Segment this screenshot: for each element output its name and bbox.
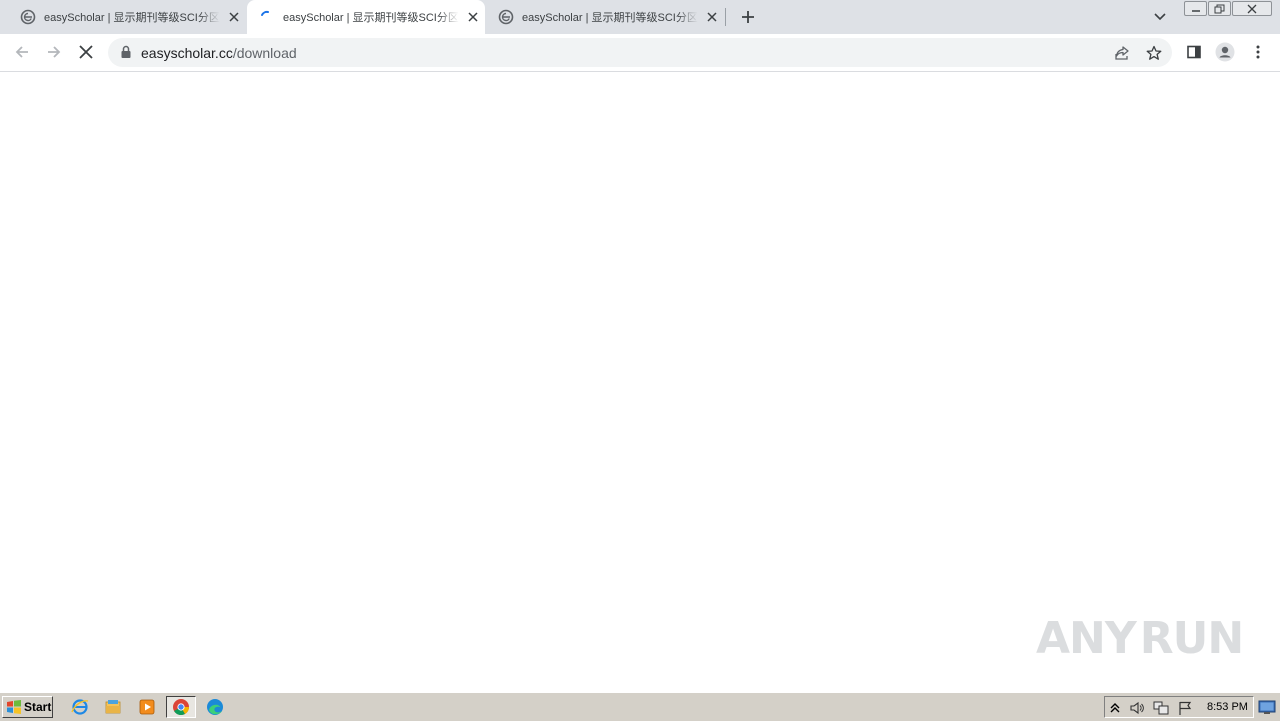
minimize-button[interactable] <box>1184 1 1207 16</box>
lock-icon[interactable] <box>120 45 132 59</box>
windows-explorer-button[interactable] <box>102 697 124 717</box>
new-tab-button[interactable] <box>738 7 758 27</box>
loading-spinner <box>261 10 269 16</box>
windows-explorer-icon <box>105 700 121 714</box>
close-tab-icon[interactable] <box>226 9 242 25</box>
media-player-icon <box>139 699 155 715</box>
show-desktop-icon[interactable] <box>1258 698 1276 716</box>
restore-icon <box>1214 4 1225 13</box>
restore-button[interactable] <box>1208 1 1231 16</box>
tab-strip: easyScholar | 显示期刊等级SCI分区 easyScholar | … <box>0 0 1280 34</box>
plus-icon <box>742 11 754 23</box>
action-center-button[interactable] <box>1177 700 1193 716</box>
browser-toolbar: easyscholar.cc/download <box>0 34 1280 72</box>
stop-loading-icon <box>79 45 93 59</box>
minimize-icon <box>1191 9 1200 12</box>
internet-explorer-button[interactable] <box>69 697 91 717</box>
bookmark-button[interactable] <box>1145 44 1163 62</box>
back-button[interactable] <box>12 42 32 62</box>
anyrun-watermark: ANY RUN <box>1036 606 1244 670</box>
flag-icon <box>1179 701 1192 715</box>
forward-arrow-icon <box>48 46 61 58</box>
chevron-down-icon <box>1154 13 1166 21</box>
tab-title: easyScholar | 显示期刊等级SCI分区 <box>283 12 459 24</box>
internet-explorer-icon <box>71 699 89 715</box>
side-panel-icon <box>1187 45 1201 59</box>
star-icon <box>1146 45 1162 60</box>
show-hidden-icons-button[interactable] <box>1107 700 1123 716</box>
page-content <box>0 72 1280 692</box>
chrome-icon <box>173 699 190 716</box>
windows-logo-icon <box>7 700 21 714</box>
close-tab-icon[interactable] <box>704 9 720 25</box>
network-button[interactable] <box>1153 700 1169 716</box>
edge-button[interactable] <box>204 697 226 717</box>
stop-loading-button[interactable] <box>76 42 96 62</box>
watermark-left-text: ANY <box>1036 612 1137 664</box>
back-arrow-icon <box>15 46 28 58</box>
network-icon <box>1153 701 1169 715</box>
speaker-icon <box>1130 701 1144 715</box>
share-button[interactable] <box>1113 44 1131 62</box>
tab-title: easyScholar | 显示期刊等级SCI分区 <box>522 12 698 24</box>
edge-icon <box>207 699 223 715</box>
side-panel-button[interactable] <box>1184 42 1204 62</box>
forward-button[interactable] <box>44 42 64 62</box>
tab-2[interactable]: easyScholar | 显示期刊等级SCI分区 <box>247 0 485 34</box>
kebab-menu-icon <box>1256 45 1260 59</box>
url-path: /download <box>232 45 297 61</box>
start-label: Start <box>24 700 52 714</box>
chrome-menu-button[interactable] <box>1248 42 1268 62</box>
profile-icon <box>1215 42 1235 62</box>
close-window-button[interactable] <box>1232 1 1272 16</box>
tab-3[interactable]: easyScholar | 显示期刊等级SCI分区 <box>486 0 724 34</box>
media-player-button[interactable] <box>136 697 158 717</box>
share-icon <box>1115 46 1129 60</box>
profile-button[interactable] <box>1215 42 1235 62</box>
windows-taskbar: Start 8:53 PM <box>0 692 1280 721</box>
easyscholar-favicon <box>20 9 36 25</box>
chrome-button[interactable] <box>166 696 196 718</box>
start-button[interactable]: Start <box>2 696 53 718</box>
close-tab-icon[interactable] <box>465 9 481 25</box>
volume-button[interactable] <box>1129 700 1145 716</box>
tab-title: easyScholar | 显示期刊等级SCI分区 <box>44 12 220 24</box>
url-text[interactable]: easyscholar.cc/download <box>141 45 297 61</box>
url-domain: easyscholar.cc <box>141 45 233 61</box>
close-icon <box>1247 4 1257 13</box>
tab-search-button[interactable] <box>1152 9 1168 25</box>
easyscholar-favicon <box>498 9 514 25</box>
tab-separator <box>725 8 726 26</box>
taskbar-clock[interactable]: 8:53 PM <box>1207 701 1248 713</box>
chevron-up-icon <box>1110 703 1120 713</box>
tab-1[interactable]: easyScholar | 显示期刊等级SCI分区 <box>8 0 246 34</box>
watermark-right-text: RUN <box>1139 612 1244 664</box>
address-bar[interactable]: easyscholar.cc/download <box>108 38 1172 67</box>
system-tray: 8:53 PM <box>1104 696 1254 718</box>
